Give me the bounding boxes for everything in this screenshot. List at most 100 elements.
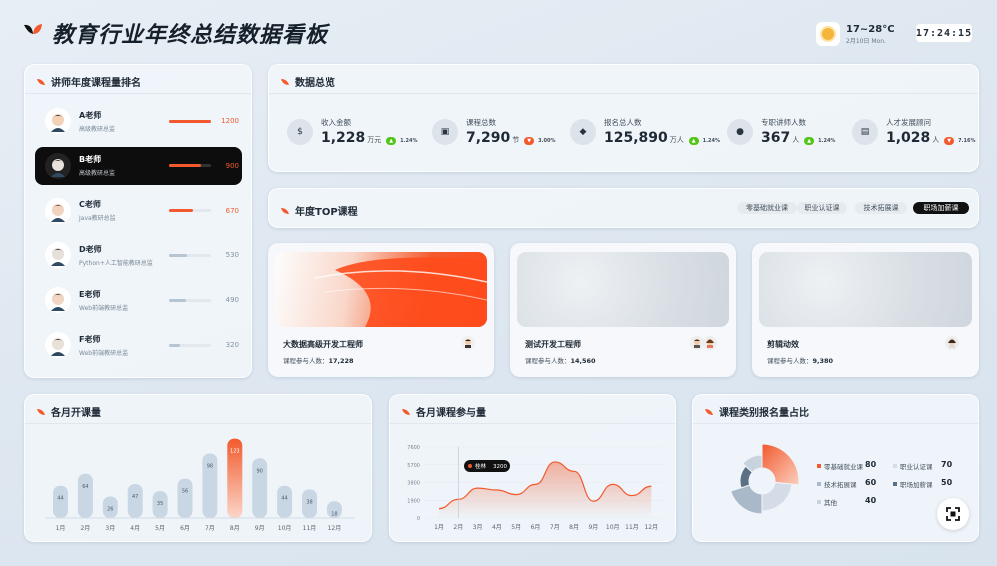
category-share-panel: 课程类别报名量占比 零基础就业课 80 职业认证课 70 技术拓展课 60 职场加薪课 50 其… [692,394,979,542]
legend-value: 80 [865,460,877,469]
divider [25,93,251,94]
course-name: 测试开发工程师 [525,340,581,349]
stat-0: $ 收入金额 1,228 万元 ▲ 1.24% [287,117,418,146]
x-tick-label: 4月 [130,525,140,532]
course-card[interactable]: 大数据高级开发工程师 课程参与人数：17,228 [268,243,494,377]
trend-down-icon: ▼ [944,137,955,145]
trend-up-icon: ▲ [386,137,397,145]
stat-value-row: 1,028 人 ▼ 7.16% [886,130,976,146]
legend-value: 40 [865,496,877,505]
tab-2[interactable]: 技术拓展课 [855,202,907,214]
ranking-value: 1200 [221,117,239,125]
ranking-item[interactable]: A老师 高级教研总监 1200 [35,102,242,140]
x-tick-label: 11月 [303,525,317,532]
stat-unit: 节 [512,136,520,144]
teacher-title: Java教研总监 [79,215,116,223]
legend-value: 50 [941,478,953,487]
stat-unit: 万人 [669,136,684,144]
tab-0[interactable]: 零基础就业课 [737,202,797,214]
x-tick-label: 11月 [625,524,639,531]
participants-value: 17,228 [328,357,354,365]
ranking-bar-fill [169,343,181,347]
bar-label: 38 [306,499,312,505]
stat-3: ● 专职讲师人数 367 人 ▲ 1.24% [727,117,835,146]
pie-slice [729,484,763,515]
ranking-value: 670 [225,206,239,215]
stat-body: 课程总数 7,290 节 ▼ 3.00% [466,117,556,146]
ranking-title: 讲师年度课程量排名 [37,74,141,89]
ranking-text: A老师 高级教研总监 [79,110,167,133]
legend-swatch [893,464,897,468]
avatar [703,336,717,350]
stat-label: 专职讲师人数 [761,118,806,127]
x-tick-label: 3月 [473,524,483,531]
person-icon: ● [727,118,753,145]
bar: 90 9月 [252,458,268,532]
course-participants: 课程参与人数：17,228 [283,355,354,365]
x-tick-label: 4月 [492,524,502,531]
participants-label: 课程参与人数： [767,357,813,365]
teacher-title: 高级教研总监 [79,170,116,178]
x-tick-label: 10月 [606,524,620,531]
tab-1[interactable]: 职业认证课 [797,202,847,214]
x-tick-label: 8月 [230,525,240,532]
avatar [45,108,71,134]
course-participants: 课程参与人数：9,380 [767,355,833,365]
bar: 47 4月 [127,483,143,532]
x-tick-label: 2月 [453,524,463,531]
page-title: 教育行业年终总结数据看板 [52,23,329,48]
leaf-icon [281,207,289,214]
stat-pct: 1.24% [818,138,836,144]
stat-value: 1,228 [321,130,366,146]
x-tick-label: 12月 [644,524,658,531]
bar-label: 44 [281,496,287,502]
bar-label: 90 [257,468,263,474]
weather-widget: 17~28°C 2月10日 Mon. [816,20,911,48]
fullscreen-button[interactable] [937,498,969,530]
x-tick-label: 5月 [155,525,165,532]
x-tick-label: 6月 [531,524,541,531]
participants-value: 9,380 [812,357,834,365]
y-tick-label: 1900 [407,498,420,504]
x-tick-label: 12月 [328,525,342,532]
ranking-item[interactable]: D老师 Python+人工智能教研总监 530 [35,236,242,274]
legend-swatch [817,500,821,504]
tooltip: 桂林 3200 [464,460,510,472]
legend-item: 其他 [817,497,837,507]
ranking-bar [169,164,211,168]
tab-3[interactable]: 职场加薪课 [913,202,969,214]
y-tick-label: 5700 [407,463,420,469]
trend-down-icon: ▼ [524,137,535,145]
x-tick-label: 1月 [56,525,66,532]
ranking-bar [169,209,211,213]
course-image [517,252,729,327]
participants-value: 14,560 [570,357,596,365]
bar: 18 12月 [326,501,342,532]
consult-icon: ▤ [852,118,878,145]
course-card[interactable]: 测试开发工程师 课程参与人数：14,560 [510,243,736,377]
stat-body: 报名总人数 125,890 万人 ▲ 1.24% [604,117,720,146]
ranking-item[interactable]: B老师 高级教研总监 900 [35,146,242,185]
x-tick-label: 5月 [511,524,521,531]
ranking-bar-fill [169,119,211,123]
tooltip-label: 桂林 [475,462,487,470]
legend-swatch [817,464,821,468]
ranking-item[interactable]: F老师 Web前端教研总监 320 [35,326,242,364]
bar-label: 64 [82,484,88,490]
ranking-item[interactable]: E老师 Web前端教研总监 490 [35,281,242,319]
ranking-text: C老师 Java教研总监 [79,199,167,222]
legend-item: 技术拓展课 [817,479,857,489]
teacher-name: D老师 [79,244,102,254]
leaf-icon [37,78,45,85]
avatar [690,336,704,350]
logo-icon [24,24,42,34]
bar: 38 11月 [302,489,317,532]
avatar [45,332,71,358]
stat-body: 人才发展顾问 1,028 人 ▼ 7.16% [886,117,976,146]
legend-label: 零基础就业课 [824,463,863,471]
ranking-item[interactable]: C老师 Java教研总监 670 [35,192,242,230]
bar-rect [77,473,93,518]
course-card[interactable]: 剪辑动效 课程参与人数：9,380 [752,243,979,377]
bar-chart: 44 1月 64 2月 26 3月 47 4月 35 5月 56 6月 98 7月 123 8月 90 9月 44 1… [45,438,355,532]
overview-title-text: 数据总览 [295,78,335,89]
